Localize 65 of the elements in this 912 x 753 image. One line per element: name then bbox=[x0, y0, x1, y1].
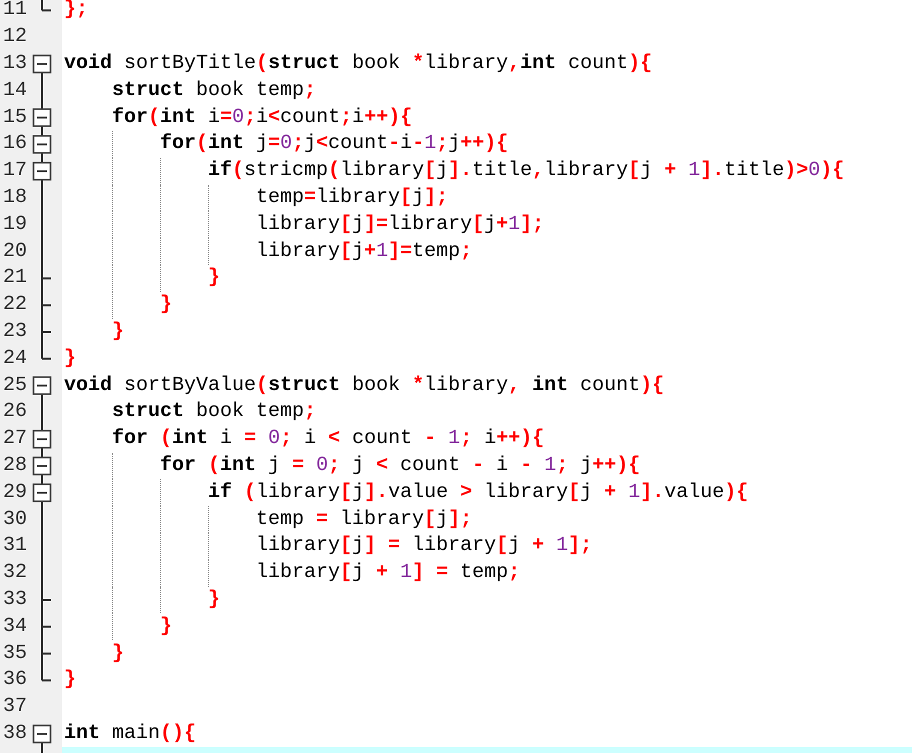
line-number: 11 bbox=[3, 0, 28, 20]
fold-minus-icon[interactable] bbox=[32, 430, 52, 448]
line-number: 23 bbox=[3, 322, 28, 342]
line-number: 24 bbox=[3, 348, 28, 369]
line-number: 17 bbox=[3, 161, 28, 182]
line-number: 36 bbox=[3, 670, 28, 690]
line-number: 20 bbox=[3, 242, 28, 262]
code-line: for (int j = 0; j < count - i - 1; j++){ bbox=[160, 456, 640, 476]
code-line: } bbox=[160, 295, 172, 316]
code-line: library[j] = library[j + 1]; bbox=[256, 536, 592, 556]
line-number: 35 bbox=[3, 644, 28, 664]
code-line: for(int j=0;j<count-i-1;j++){ bbox=[160, 134, 508, 154]
line-number: 37 bbox=[3, 697, 28, 718]
line-number: 13 bbox=[3, 54, 28, 74]
line-number: 21 bbox=[3, 268, 28, 288]
code-line: temp = library[j]; bbox=[256, 510, 472, 530]
code-line: }; bbox=[64, 0, 88, 20]
code-line: for(int i=0;i<count;i++){ bbox=[112, 108, 412, 128]
fold-minus-icon[interactable] bbox=[32, 162, 52, 180]
code-line: library[j]=library[j+1]; bbox=[256, 214, 544, 235]
code-line: } bbox=[64, 670, 76, 690]
code-line: } bbox=[208, 590, 220, 610]
code-line: void sortByValue(struct book *library, int count){ bbox=[64, 376, 664, 396]
fold-range-line bbox=[41, 743, 43, 753]
code-line: library[j + 1] = temp; bbox=[256, 563, 520, 584]
line-number: 33 bbox=[3, 590, 28, 610]
code-line: int main(){ bbox=[64, 724, 196, 744]
line-number: 28 bbox=[3, 456, 28, 476]
code-line: if (library[j].value > library[j + 1].value){ bbox=[208, 482, 748, 503]
line-number: 31 bbox=[3, 536, 28, 556]
fold-minus-icon[interactable] bbox=[32, 376, 52, 395]
fold-range-line bbox=[41, 0, 52, 12]
fold-minus-icon[interactable] bbox=[32, 724, 52, 744]
line-number: 32 bbox=[3, 563, 28, 584]
code-line: temp=library[j]; bbox=[256, 188, 448, 208]
code-line: } bbox=[208, 268, 220, 288]
line-number: 14 bbox=[3, 80, 28, 101]
line-number: 22 bbox=[3, 295, 28, 316]
code-line: } bbox=[112, 322, 124, 342]
code-line: } bbox=[160, 616, 172, 637]
line-number: 26 bbox=[3, 402, 28, 422]
fold-minus-icon[interactable] bbox=[32, 54, 52, 74]
fold-minus-icon[interactable] bbox=[32, 456, 52, 476]
code-line: library[j+1]=temp; bbox=[256, 242, 472, 262]
code-line: if(stricmp(library[j].title,library[j + 1].title)>0){ bbox=[208, 161, 844, 182]
code-line: struct book temp; bbox=[112, 402, 316, 422]
line-number: 16 bbox=[3, 134, 28, 154]
line-number: 25 bbox=[3, 376, 28, 396]
line-number: 15 bbox=[3, 108, 28, 128]
line-number: 27 bbox=[3, 429, 28, 450]
line-number: 18 bbox=[3, 188, 28, 208]
code-line: for (int i = 0; i < count - 1; i++){ bbox=[112, 429, 544, 450]
line-number: 19 bbox=[3, 214, 28, 235]
code-line: void sortByTitle(struct book *library,int count){ bbox=[64, 54, 652, 74]
fold-minus-icon[interactable] bbox=[32, 135, 52, 154]
code-line: } bbox=[112, 644, 124, 664]
code-line: } bbox=[64, 348, 76, 369]
line-number: 30 bbox=[3, 510, 28, 530]
line-number: 29 bbox=[3, 482, 28, 503]
line-number: 12 bbox=[3, 27, 28, 48]
fold-minus-icon[interactable] bbox=[32, 484, 52, 502]
fold-minus-icon[interactable] bbox=[32, 108, 52, 127]
line-number: 34 bbox=[3, 616, 28, 637]
code-line: struct book temp; bbox=[112, 80, 316, 101]
line-number: 38 bbox=[3, 724, 28, 744]
